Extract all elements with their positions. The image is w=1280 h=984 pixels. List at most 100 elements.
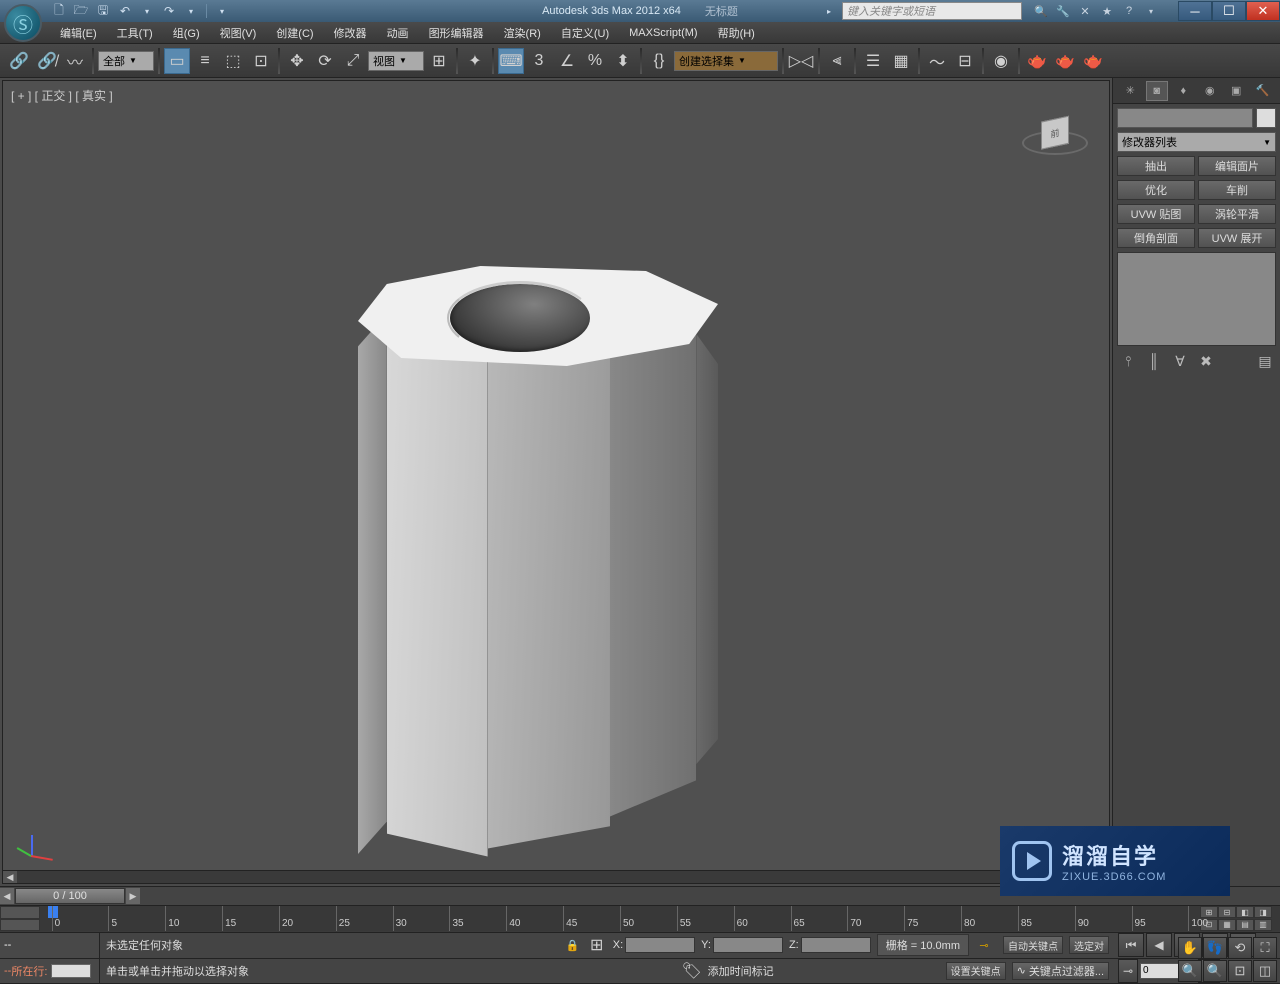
angle-snap-icon[interactable]: ∠ <box>554 48 580 74</box>
edit-named-set-icon[interactable]: {} <box>646 48 672 74</box>
menu-edit[interactable]: 编辑(E) <box>50 22 107 44</box>
render-production-icon[interactable]: 🫖 <box>1080 48 1106 74</box>
search-input[interactable]: 键入关键字或短语 <box>842 2 1022 20</box>
select-object-icon[interactable]: ▭ <box>164 48 190 74</box>
zoom-icon[interactable]: 🔍 <box>1178 960 1202 982</box>
mod-btn-uvwunwrap[interactable]: UVW 展开 <box>1198 228 1276 248</box>
configure-sets-icon[interactable]: ▤ <box>1254 352 1276 370</box>
app-menu-icon[interactable]: Ⓢ <box>4 4 42 42</box>
trackbar-btn[interactable]: ⊟ <box>1218 906 1236 918</box>
snap-3d-icon[interactable]: 3 <box>526 48 552 74</box>
modifier-list-dropdown[interactable]: 修改器列表 <box>1117 132 1276 152</box>
ref-coord-dropdown[interactable]: 视图 <box>368 51 424 71</box>
scale-icon[interactable]: ⤢ <box>340 48 366 74</box>
selection-lock-button[interactable]: 选定对 <box>1069 936 1109 954</box>
open-icon[interactable]: 🗁 <box>72 3 90 19</box>
minimize-button[interactable]: ─ <box>1178 1 1212 21</box>
graphite-tools-icon[interactable]: ▦ <box>888 48 914 74</box>
align-icon[interactable]: ⫷ <box>824 48 850 74</box>
object-name-input[interactable] <box>1117 108 1253 128</box>
undo-dropdown-icon[interactable]: ▾ <box>138 3 156 19</box>
coord-z-input[interactable] <box>801 937 871 953</box>
menu-views[interactable]: 视图(V) <box>210 22 267 44</box>
trackbar-btn[interactable]: ▥ <box>1254 919 1272 931</box>
pan-icon[interactable]: ✋ <box>1178 937 1202 959</box>
coord-y-input[interactable] <box>713 937 783 953</box>
menu-help[interactable]: 帮助(H) <box>708 22 765 44</box>
viewport-label[interactable]: [ + ] [ 正交 ] [ 真实 ] <box>11 87 113 104</box>
percent-snap-icon[interactable]: % <box>582 48 608 74</box>
set-key-button[interactable]: 设置关键点 <box>946 962 1006 980</box>
exchange-icon[interactable]: ✕ <box>1076 3 1094 19</box>
coord-x-input[interactable] <box>625 937 695 953</box>
coord-display-toggle-icon[interactable]: ⊞ <box>587 936 607 954</box>
mirror-icon[interactable]: ▷◁ <box>788 48 814 74</box>
orbit-icon[interactable]: ⟲ <box>1228 937 1252 959</box>
tab-modify-icon[interactable]: ◙ <box>1146 81 1168 101</box>
select-region-rect-icon[interactable]: ⬚ <box>220 48 246 74</box>
zoom-all-icon[interactable]: 🔍 <box>1203 960 1227 982</box>
search-icon[interactable]: 🔍 <box>1032 3 1050 19</box>
mod-btn-bevelprofile[interactable]: 倒角剖面 <box>1117 228 1195 248</box>
unlink-icon[interactable]: 🔗̸ <box>34 48 60 74</box>
tab-create-icon[interactable]: ✳ <box>1119 81 1141 101</box>
add-time-tag[interactable]: 添加时间标记 <box>708 963 774 979</box>
modifier-stack[interactable] <box>1117 252 1276 346</box>
maxscript-input[interactable]: -- <box>0 933 99 959</box>
named-selection-dropdown[interactable]: 创建选择集 <box>674 51 778 71</box>
link-icon[interactable]: 🔗 <box>6 48 32 74</box>
menu-tools[interactable]: 工具(T) <box>107 22 163 44</box>
curve-editor-icon[interactable]: 〜 <box>924 48 950 74</box>
menu-animation[interactable]: 动画 <box>377 22 419 44</box>
slider-prev-icon[interactable]: ◀ <box>0 888 14 904</box>
max-viewport-icon[interactable]: ⛶ <box>1253 937 1277 959</box>
fov-icon[interactable]: ◫ <box>1253 960 1277 982</box>
key-filters-button[interactable]: ∿关键点过滤器... <box>1012 962 1109 980</box>
mod-btn-turbosmooth[interactable]: 涡轮平滑 <box>1198 204 1276 224</box>
render-frame-icon[interactable]: 🫖 <box>1052 48 1078 74</box>
walk-icon[interactable]: 👣 <box>1203 937 1227 959</box>
menu-group[interactable]: 组(G) <box>163 22 210 44</box>
trackbar-toggles[interactable] <box>0 906 40 931</box>
menu-customize[interactable]: 自定义(U) <box>551 22 619 44</box>
qat-more-icon[interactable]: ▾ <box>213 3 231 19</box>
schematic-view-icon[interactable]: ⊟ <box>952 48 978 74</box>
maximize-button[interactable]: ☐ <box>1212 1 1246 21</box>
prev-frame-icon[interactable]: ◀ <box>1146 933 1172 957</box>
keyboard-shortcut-icon[interactable]: ⌨ <box>498 48 524 74</box>
manipulate-icon[interactable]: ✦ <box>462 48 488 74</box>
make-unique-icon[interactable]: ∀ <box>1169 352 1191 370</box>
menu-modifiers[interactable]: 修改器 <box>324 22 377 44</box>
subscription-icon[interactable]: 🔧 <box>1054 3 1072 19</box>
mod-btn-editpatch[interactable]: 编辑面片 <box>1198 156 1276 176</box>
render-setup-icon[interactable]: 🫖 <box>1024 48 1050 74</box>
time-tag-icon[interactable]: 🏷 <box>682 962 702 980</box>
new-icon[interactable]: 🗋 <box>50 3 68 19</box>
auto-key-button[interactable]: 自动关键点 <box>1003 936 1063 954</box>
zoom-extents-icon[interactable]: ⊡ <box>1228 960 1252 982</box>
tab-utilities-icon[interactable]: 🔨 <box>1252 81 1274 101</box>
show-end-result-icon[interactable]: ║ <box>1143 352 1165 370</box>
spinner-snap-icon[interactable]: ⬍ <box>610 48 636 74</box>
infocentre-toggle-icon[interactable]: ▸ <box>820 3 838 19</box>
trackbar-btn[interactable]: ▦ <box>1218 919 1236 931</box>
help-icon[interactable]: ? <box>1120 3 1138 19</box>
close-button[interactable]: ✕ <box>1246 1 1280 21</box>
undo-icon[interactable]: ↶ <box>116 3 134 19</box>
slider-next-icon[interactable]: ▶ <box>126 888 140 904</box>
object-color-swatch[interactable] <box>1256 108 1276 128</box>
layer-manager-icon[interactable]: ☰ <box>860 48 886 74</box>
menu-create[interactable]: 创建(C) <box>266 22 323 44</box>
viewcube[interactable]: 前 <box>1015 95 1095 175</box>
move-icon[interactable]: ✥ <box>284 48 310 74</box>
mod-btn-lathe[interactable]: 车削 <box>1198 180 1276 200</box>
scene-object[interactable] <box>358 266 718 856</box>
key-mode-icon[interactable]: ⊸ <box>1118 959 1138 983</box>
menu-graph-editors[interactable]: 图形编辑器 <box>419 22 494 44</box>
save-icon[interactable]: 🖫 <box>94 3 112 19</box>
mod-btn-optimize[interactable]: 优化 <box>1117 180 1195 200</box>
viewport[interactable]: [ + ] [ 正交 ] [ 真实 ] 前 <box>2 80 1110 884</box>
scroll-left-icon[interactable]: ◀ <box>3 871 17 883</box>
mod-btn-uvwmap[interactable]: UVW 贴图 <box>1117 204 1195 224</box>
tab-hierarchy-icon[interactable]: ♦ <box>1172 81 1194 101</box>
